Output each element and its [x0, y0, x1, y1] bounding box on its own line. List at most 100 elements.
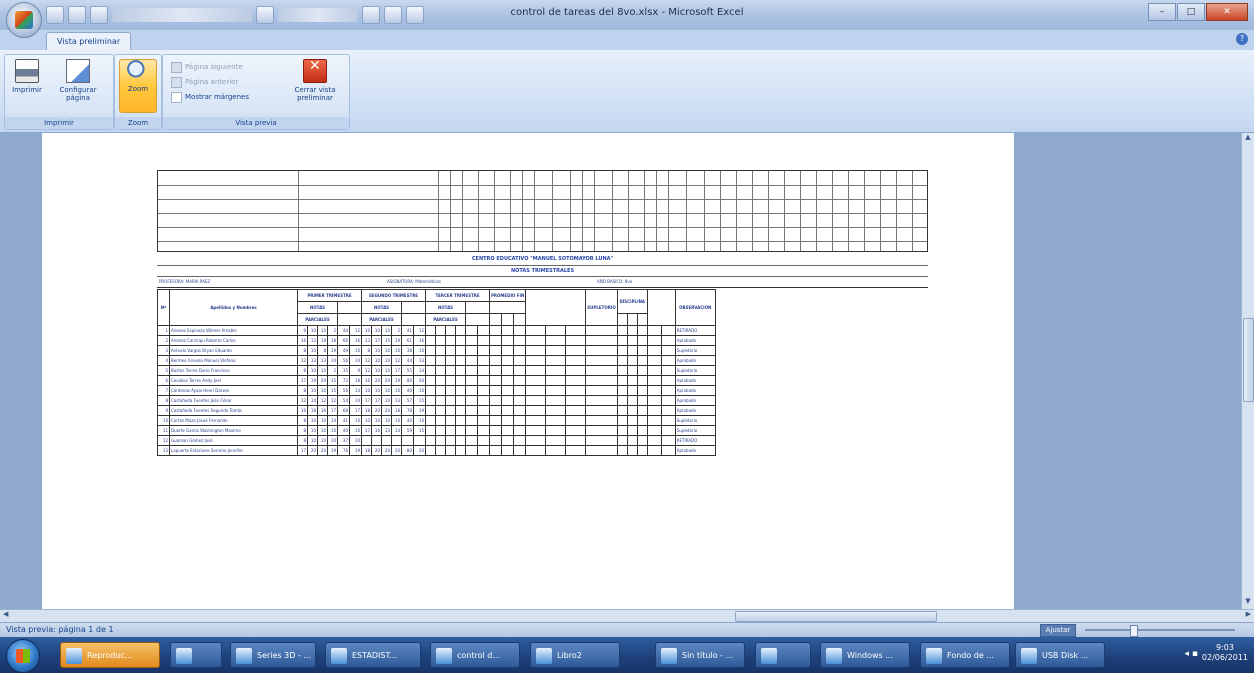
cell-grade[interactable]: 72 [337, 375, 350, 386]
cell-grade[interactable]: 10 [307, 325, 318, 336]
cell-grade[interactable] [616, 405, 628, 416]
cell-grade[interactable] [626, 435, 638, 446]
cell-grade[interactable]: 17 [361, 395, 372, 406]
cell-grade[interactable] [545, 375, 567, 386]
cell-grade[interactable]: 41 [401, 325, 414, 336]
cell-grade[interactable] [477, 425, 490, 436]
cell-grade[interactable] [425, 335, 436, 346]
cell-grade[interactable] [477, 405, 490, 416]
cell-grade[interactable]: 57 [401, 395, 414, 406]
cell-grade[interactable]: 19 [413, 405, 426, 416]
cell-grade[interactable] [465, 365, 478, 376]
cell-grade[interactable] [477, 355, 490, 366]
cell-grade[interactable] [501, 395, 515, 406]
header-notas[interactable]: NOTAS [361, 301, 402, 314]
cell-grade[interactable] [513, 335, 527, 346]
cell-grade[interactable]: 18 [361, 445, 372, 456]
cell-grade[interactable] [501, 325, 515, 336]
cell-observacion[interactable]: Supletorio [674, 415, 716, 426]
cell-grade[interactable] [425, 395, 436, 406]
cell-grade[interactable]: 8 [361, 345, 372, 356]
header-primer-trimestre[interactable]: PRIMER TRIMESTRE [297, 289, 362, 302]
taskbar-item[interactable]: ESTADIST... [325, 642, 421, 668]
header-blank[interactable] [488, 313, 503, 326]
cell-grade[interactable] [545, 335, 567, 346]
cell-grade[interactable]: 8 [297, 425, 308, 436]
taskbar-item[interactable] [170, 642, 222, 668]
cell-grade[interactable]: 10 [307, 425, 318, 436]
cell-grade[interactable] [435, 405, 446, 416]
cell-grade[interactable] [660, 355, 676, 366]
cell-grade[interactable] [626, 405, 638, 416]
cell-grade[interactable]: 17 [297, 375, 308, 386]
header-blank[interactable] [646, 289, 676, 326]
horizontal-scroll-thumb[interactable] [735, 611, 937, 622]
cell-student-name[interactable]: Cárdenas Ayala Henri Darwin [169, 385, 298, 396]
cell-grade[interactable]: 10 [391, 415, 402, 426]
imprimir-button[interactable]: Imprimir [9, 59, 45, 111]
cell-grade[interactable] [488, 445, 503, 456]
cell-grade[interactable]: 10 [413, 385, 426, 396]
cell-grade[interactable]: 56 [337, 385, 350, 396]
cell-grade[interactable]: 10 [307, 435, 318, 446]
table-row[interactable]: 12 Guaman Gómez José 8 10 10 10 37 10 RETIRADO [157, 435, 716, 446]
cell-grade[interactable] [425, 375, 436, 386]
cell-grade[interactable] [660, 435, 676, 446]
cell-grade[interactable]: 19 [307, 375, 318, 386]
cell-observacion[interactable]: Aprobado [674, 445, 716, 456]
cell-grade[interactable] [525, 345, 547, 356]
cell-grade[interactable] [525, 365, 547, 376]
cell-grade[interactable]: 12 [391, 355, 402, 366]
header-blank[interactable] [636, 313, 648, 326]
cell-grade[interactable] [465, 335, 478, 346]
cell-grade[interactable]: 10 [361, 325, 372, 336]
cell-grade[interactable] [585, 405, 618, 416]
cell-grade[interactable] [616, 355, 628, 366]
cell-grade[interactable] [565, 405, 587, 416]
cell-grade[interactable] [646, 325, 662, 336]
cell-grade[interactable] [565, 385, 587, 396]
cell-grade[interactable] [455, 395, 466, 406]
cell-grade[interactable] [488, 395, 503, 406]
cell-grade[interactable]: 10 [317, 385, 328, 396]
cell-grade[interactable]: 20 [381, 405, 392, 416]
cell-grade[interactable]: 10 [307, 385, 318, 396]
cell-grade[interactable] [501, 365, 515, 376]
cell-grade[interactable] [501, 445, 515, 456]
cell-grade[interactable]: 66 [337, 335, 350, 346]
cell-grade[interactable] [488, 405, 503, 416]
cell-grade[interactable] [425, 325, 436, 336]
cell-grade[interactable] [501, 425, 515, 436]
cell-grade[interactable] [626, 395, 638, 406]
pagina-siguiente-button[interactable]: Página siguiente [171, 61, 243, 73]
cell-student-name[interactable]: Castañeda Fuentes Segundo Tomás [169, 405, 298, 416]
cell-grade[interactable] [488, 375, 503, 386]
cell-grade[interactable]: 10 [381, 355, 392, 366]
cell-grade[interactable] [455, 445, 466, 456]
table-row[interactable]: 5 Bustos Torres Darío Francisco 8 10 10 2 35 9 1… [157, 365, 716, 376]
cell-grade[interactable]: 8 [297, 435, 308, 446]
cell-observacion[interactable]: Aprobado [674, 375, 716, 386]
cell-grade[interactable] [626, 415, 638, 426]
cell-grade[interactable]: 10 [371, 345, 382, 356]
cell-grade[interactable]: 12 [361, 355, 372, 366]
cell-grade[interactable] [435, 375, 446, 386]
cell-grade[interactable] [501, 345, 515, 356]
cell-grade[interactable] [445, 425, 456, 436]
cell-grade[interactable]: 10 [327, 435, 338, 446]
cell-grade[interactable] [565, 355, 587, 366]
cell-grade[interactable] [435, 345, 446, 356]
cell-grade[interactable] [616, 375, 628, 386]
cell-grade[interactable]: 20 [381, 375, 392, 386]
cell-grade[interactable]: 40 [337, 425, 350, 436]
cell-grade[interactable]: 8 [317, 345, 328, 356]
cell-grade[interactable] [513, 435, 527, 446]
clock[interactable]: 9:03 02/06/2011 [1202, 643, 1248, 663]
zoom-slider-thumb[interactable] [1130, 625, 1138, 637]
cell-grade[interactable]: 20 [317, 445, 328, 456]
cell-nro[interactable]: 6 [157, 375, 170, 386]
cell-grade[interactable] [435, 425, 446, 436]
cell-grade[interactable] [477, 445, 490, 456]
cell-grade[interactable] [646, 435, 662, 446]
cell-grade[interactable]: 10 [307, 415, 318, 426]
